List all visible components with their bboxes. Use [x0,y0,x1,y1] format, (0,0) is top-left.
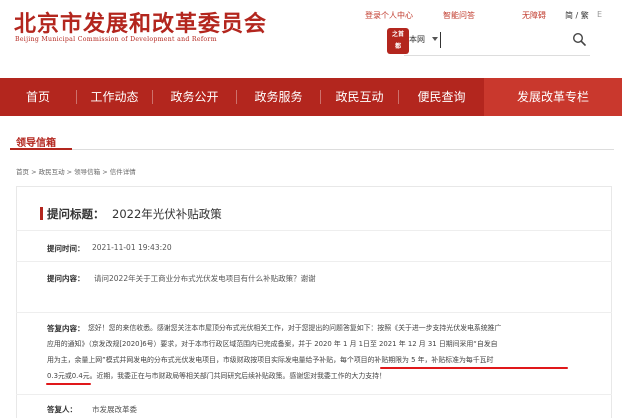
question-content-value: 请问2022年关于工商业分布式光伏发电项目有什么补贴政策？谢谢 [94,274,316,283]
search-icon[interactable] [572,32,586,46]
nav-government-services[interactable]: 政务服务 [237,78,320,116]
section-title: 领导信箱 [16,138,56,149]
main-nav: 首页 工作动态 政务公开 政务服务 政民互动 便民查询 发展改革专栏 [0,78,622,116]
question-content-label: 提问内容： [47,274,85,283]
divider [16,312,612,313]
nav-public-interaction[interactable]: 政民互动 [321,78,398,116]
smart-qa-link[interactable]: 智能问答 [443,10,475,21]
title-accent-bar [40,207,43,220]
nav-reform-column[interactable]: 发展改革专栏 [484,78,622,116]
chevron-down-icon[interactable] [432,37,438,41]
answer-label: 答复内容： [47,324,85,333]
site-header: 北京市发展和改革委员会 Beijing Municipal Commission… [0,0,622,78]
accessibility-link[interactable]: 无障碍 [522,10,546,21]
breadcrumb[interactable]: 首页 > 政民互动 > 领导信箱 > 信件详情 [16,166,136,176]
letter-detail-panel [16,186,612,418]
nav-work-news[interactable]: 工作动态 [77,78,152,116]
question-title: 2022年光伏补贴政策 [112,207,222,221]
replier-label: 答复人： [47,405,77,414]
english-link[interactable]: E [597,10,602,19]
divider [16,394,612,395]
answer-line: 您好！您的来信收悉。感谢您关注本市屋顶分布式光伏相关工作，对于您提出的问题答复如… [88,324,502,332]
answer-line: 用为主，余量上网”模式并网发电的分布式光伏发电项目，市级财政按项目实际发电量给予… [47,356,494,364]
nav-home[interactable]: 首页 [0,78,76,116]
site-subtitle: Beijing Municipal Commission of Developm… [15,36,217,43]
section-divider [10,149,614,150]
replier-value: 市发展改革委 [92,405,137,414]
question-time-value: 2021-11-01 19:43:20 [92,243,172,252]
search-input[interactable] [440,32,560,48]
answer-line: 应用的通知》（京发改规[2020]6号）要求，对于本市行政区域范围内已完成备案，… [47,340,498,348]
question-time-label: 提问时间： [47,244,85,253]
section-title-underline [10,148,72,150]
site-title[interactable]: 北京市发展和改革委员会 [14,6,267,38]
nav-government-affairs[interactable]: 政务公开 [153,78,236,116]
login-link[interactable]: 登录个人中心 [365,10,413,21]
divider [16,261,612,262]
question-title-label: 提问标题： [47,207,105,221]
subsidy-period-underline [380,367,568,369]
language-switch-link[interactable]: 简 / 繁 [565,10,589,21]
divider [16,230,612,231]
search-box: 本网 [404,30,590,50]
answer-line: 0.3元或0.4元。近期，我委正在与市财政局等相关部门共同研究后续补贴政策。感谢… [47,372,386,380]
search-underline [404,55,590,56]
nav-public-query[interactable]: 便民查询 [399,78,484,116]
search-scope-select[interactable]: 本网 [409,34,425,45]
subsidy-rate-underline [46,383,91,385]
